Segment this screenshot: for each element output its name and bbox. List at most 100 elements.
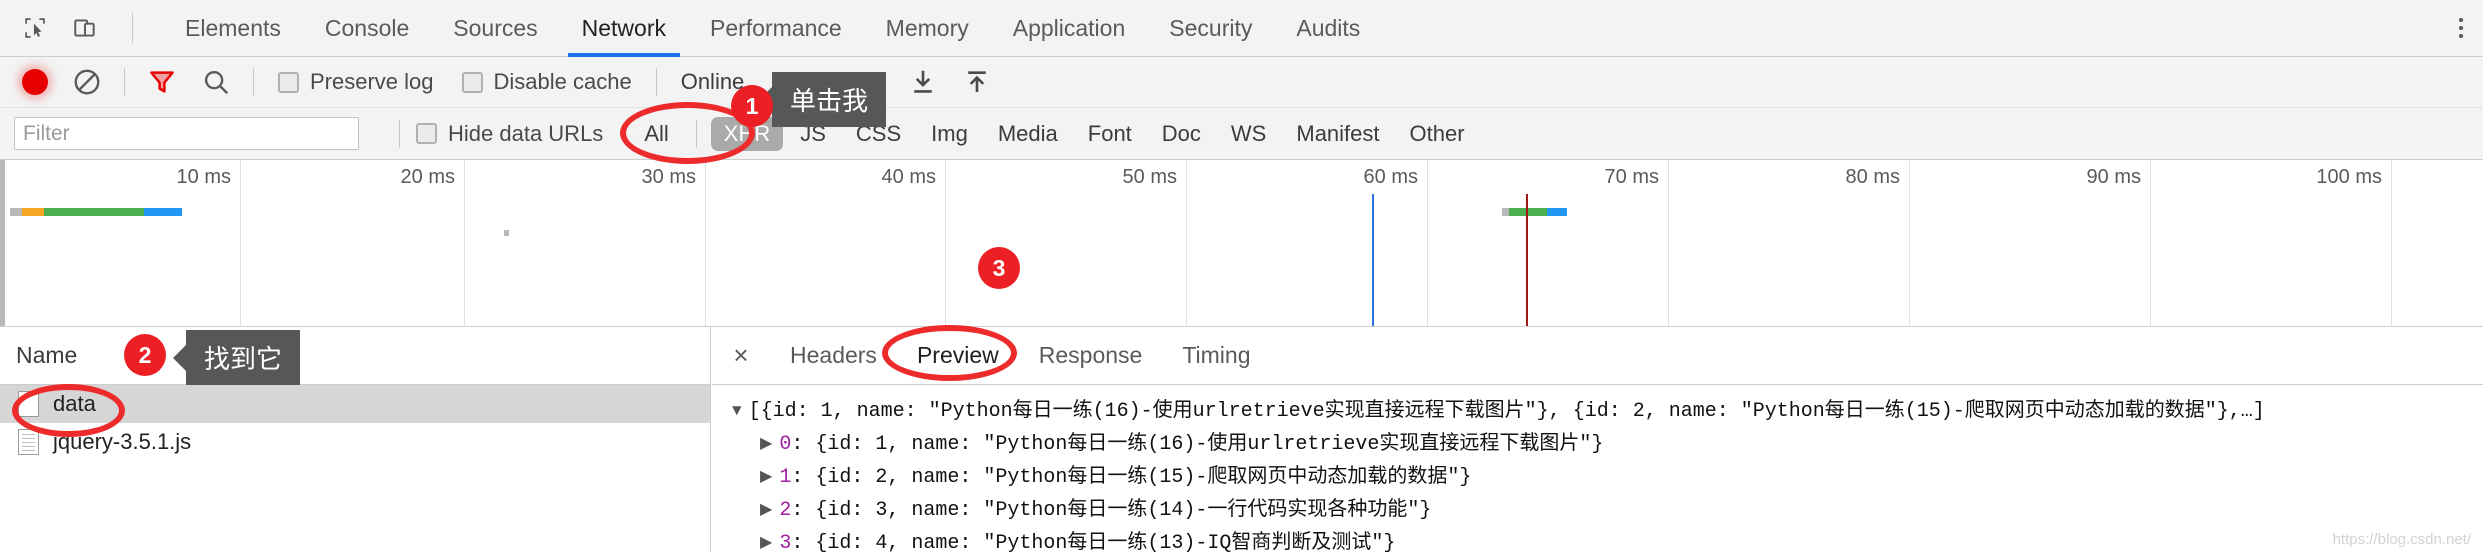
json-item-index: 0: [779, 433, 792, 456]
inspect-cursor-icon[interactable]: [18, 11, 52, 45]
tab-console[interactable]: Console: [303, 0, 431, 57]
search-icon: [204, 70, 229, 95]
callout-text: 单击我: [790, 87, 869, 117]
chevron-right-icon[interactable]: ▶: [760, 428, 772, 461]
devtools-tabbar: Elements Console Sources Network Perform…: [0, 0, 2483, 57]
filter-type-other[interactable]: Other: [1397, 117, 1478, 151]
badge-number: 1: [745, 92, 759, 119]
disable-cache-checkbox[interactable]: Disable cache: [448, 69, 646, 95]
clear-button[interactable]: [60, 57, 114, 108]
timeline-tick-label: 70 ms: [1604, 166, 1659, 188]
clear-icon: [74, 69, 100, 95]
json-item-row[interactable]: ▶ 1 : {id: 2, name: "Python每日一练(15)-爬取网页…: [732, 461, 2483, 494]
json-item-text: : {id: 2, name: "Python每日一练(15)-爬取网页中动态加…: [791, 466, 1472, 489]
column-header-name: Name: [16, 342, 78, 368]
bar-segment: [1547, 208, 1567, 216]
tab-label: Sources: [453, 14, 538, 41]
timeline-tick: [1427, 160, 1428, 326]
filter-type-label: Img: [931, 120, 968, 146]
timeline-tick-label: 50 ms: [1122, 166, 1177, 188]
tab-label: Console: [324, 14, 410, 41]
json-item-row[interactable]: ▶ 3 : {id: 4, name: "Python每日一练(13)-IQ智商…: [732, 527, 2483, 552]
timeline-tick-label: 100 ms: [2316, 166, 2382, 188]
load-event-line: [1526, 194, 1528, 326]
timeline-tick: [240, 160, 241, 326]
overview-tick-dot: [504, 230, 509, 236]
detail-tab-label: Response: [1038, 342, 1143, 368]
timeline-tick: [1909, 160, 1910, 326]
tab-elements[interactable]: Elements: [163, 0, 303, 57]
toolbar-divider: [655, 68, 657, 96]
json-item-row[interactable]: ▶ 2 : {id: 3, name: "Python每日一练(14)-一行代码…: [732, 494, 2483, 527]
annotation-badge-1: 1: [731, 85, 773, 127]
chevron-right-icon[interactable]: ▶: [760, 461, 772, 494]
annotation-ellipse-data-row: [12, 384, 125, 437]
tab-memory[interactable]: Memory: [864, 0, 991, 57]
chevron-down-icon[interactable]: ▼: [732, 395, 742, 428]
json-root-row[interactable]: ▼ [{id: 1, name: "Python每日一练(16)-使用urlre…: [732, 395, 2483, 428]
kebab-menu-icon[interactable]: [2459, 18, 2463, 38]
filter-type-ws[interactable]: WS: [1218, 117, 1279, 151]
search-button[interactable]: [189, 57, 243, 108]
requests-pane: Name data jquery-3.5.1.js: [0, 327, 711, 552]
badge-number: 2: [138, 341, 152, 368]
toolbar-divider: [253, 68, 254, 96]
tab-network[interactable]: Network: [560, 0, 688, 57]
filter-input[interactable]: [14, 117, 359, 150]
chevron-right-icon[interactable]: ▶: [760, 527, 772, 552]
export-har-button[interactable]: [950, 57, 1004, 108]
filter-type-font[interactable]: Font: [1075, 117, 1145, 151]
json-item-row[interactable]: ▶ 0 : {id: 1, name: "Python每日一练(16)-使用ur…: [732, 428, 2483, 461]
annotation-callout-found-it: 找到它: [186, 330, 301, 385]
bar-segment: [10, 208, 22, 216]
preserve-log-checkbox[interactable]: Preserve log: [264, 69, 448, 95]
devtools-window: Elements Console Sources Network Perform…: [0, 0, 2483, 552]
json-item-text: : {id: 4, name: "Python每日一练(13)-IQ智商判断及测…: [791, 532, 1396, 552]
tab-headers[interactable]: Headers: [770, 327, 897, 385]
tab-label: Security: [1169, 14, 1253, 41]
tab-performance[interactable]: Performance: [688, 0, 864, 57]
overview-request-bar: [10, 208, 182, 216]
filter-type-manifest[interactable]: Manifest: [1283, 117, 1392, 151]
annotation-badge-3: 3: [978, 247, 1020, 289]
json-root-text: [{id: 1, name: "Python每日一练(16)-使用urlretr…: [748, 400, 2265, 423]
watermark: https://blog.csdn.net/: [2332, 531, 2471, 548]
tab-label: Elements: [185, 14, 281, 41]
tab-response[interactable]: Response: [1019, 327, 1163, 385]
hide-data-urls-checkbox[interactable]: Hide data URLs: [416, 121, 617, 147]
tab-application[interactable]: Application: [991, 0, 1148, 57]
filter-button[interactable]: [135, 57, 189, 108]
filter-funnel-icon: [150, 71, 174, 93]
overview-request-bar: [1502, 208, 1567, 216]
filter-type-img[interactable]: Img: [918, 117, 981, 151]
close-icon[interactable]: ×: [718, 340, 764, 371]
main-menu-button[interactable]: [2459, 18, 2463, 38]
filter-type-doc[interactable]: Doc: [1149, 117, 1214, 151]
tab-sources[interactable]: Sources: [431, 0, 559, 57]
dom-content-loaded-line: [1372, 194, 1374, 326]
tab-security[interactable]: Security: [1147, 0, 1274, 57]
bar-segment: [144, 208, 182, 216]
device-toolbar-icon[interactable]: [68, 11, 102, 45]
network-overview[interactable]: 10 ms 20 ms 30 ms 40 ms 50 ms 60 ms 70 m…: [0, 160, 2483, 327]
annotation-ellipse-preview: [882, 325, 1017, 381]
timeline-tick: [2391, 160, 2392, 326]
record-button-icon: [22, 69, 48, 95]
filterbar-divider: [399, 119, 400, 148]
chevron-right-icon[interactable]: ▶: [760, 494, 772, 527]
annotation-callout-click-me: 单击我: [772, 72, 887, 127]
tab-audits[interactable]: Audits: [1274, 0, 1382, 57]
timeline-ruler: 10 ms 20 ms 30 ms 40 ms 50 ms 60 ms 70 m…: [0, 160, 2483, 326]
filter-type-media[interactable]: Media: [985, 117, 1071, 151]
requests-table-header[interactable]: Name: [0, 327, 710, 385]
timeline-tick: [705, 160, 706, 326]
tab-timing[interactable]: Timing: [1162, 327, 1270, 385]
json-item-text: : {id: 1, name: "Python每日一练(16)-使用urlret…: [791, 433, 1604, 456]
filter-type-label: Font: [1087, 120, 1132, 146]
bar-segment: [22, 208, 44, 216]
tabbar-icon-group: [0, 11, 147, 45]
tab-label: Memory: [885, 14, 969, 41]
filter-type-label: WS: [1230, 120, 1267, 146]
export-har-icon: [968, 71, 987, 92]
record-button[interactable]: [0, 57, 60, 108]
